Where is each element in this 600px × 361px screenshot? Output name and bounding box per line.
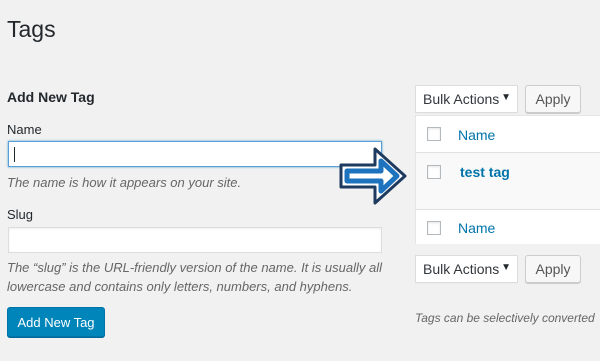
bulk-actions-value: Bulk Actions xyxy=(423,261,500,277)
slug-input[interactable] xyxy=(8,227,382,253)
add-new-tag-button[interactable]: Add New Tag xyxy=(7,307,105,337)
bulk-actions-value: Bulk Actions xyxy=(423,91,500,107)
column-name-sort-link-footer[interactable]: Name xyxy=(458,220,495,236)
tags-table: Name test tag Name xyxy=(415,115,600,244)
select-all-checkbox[interactable] xyxy=(427,127,441,141)
apply-button-top[interactable]: Apply xyxy=(525,85,581,113)
add-tag-heading: Add New Tag xyxy=(7,89,95,105)
row-checkbox[interactable] xyxy=(427,165,441,179)
bulk-actions-select-top[interactable]: Bulk Actions ▼ xyxy=(415,85,518,113)
arrow-right-icon xyxy=(339,147,407,205)
table-footer-row: Name xyxy=(416,209,600,244)
slug-label: Slug xyxy=(7,207,34,222)
page-title: Tags xyxy=(7,16,56,42)
name-label: Name xyxy=(7,122,42,137)
slug-description: The “slug” is the URL-friendly version o… xyxy=(7,260,382,294)
apply-button-bottom[interactable]: Apply xyxy=(525,255,581,283)
table-row: test tag xyxy=(416,153,600,209)
chevron-down-icon: ▼ xyxy=(501,262,511,273)
column-name-sort-link[interactable]: Name xyxy=(458,127,495,143)
name-input[interactable] xyxy=(8,141,382,167)
name-description: The name is how it appears on your site. xyxy=(7,175,242,190)
table-header-row: Name xyxy=(416,116,600,153)
text-caret xyxy=(14,147,15,162)
select-all-checkbox-footer[interactable] xyxy=(427,221,441,235)
tags-footer-note: Tags can be selectively converted xyxy=(415,311,595,325)
chevron-down-icon: ▼ xyxy=(501,92,511,103)
bulk-actions-select-bottom[interactable]: Bulk Actions ▼ xyxy=(415,255,518,283)
tag-name-link[interactable]: test tag xyxy=(460,164,510,180)
